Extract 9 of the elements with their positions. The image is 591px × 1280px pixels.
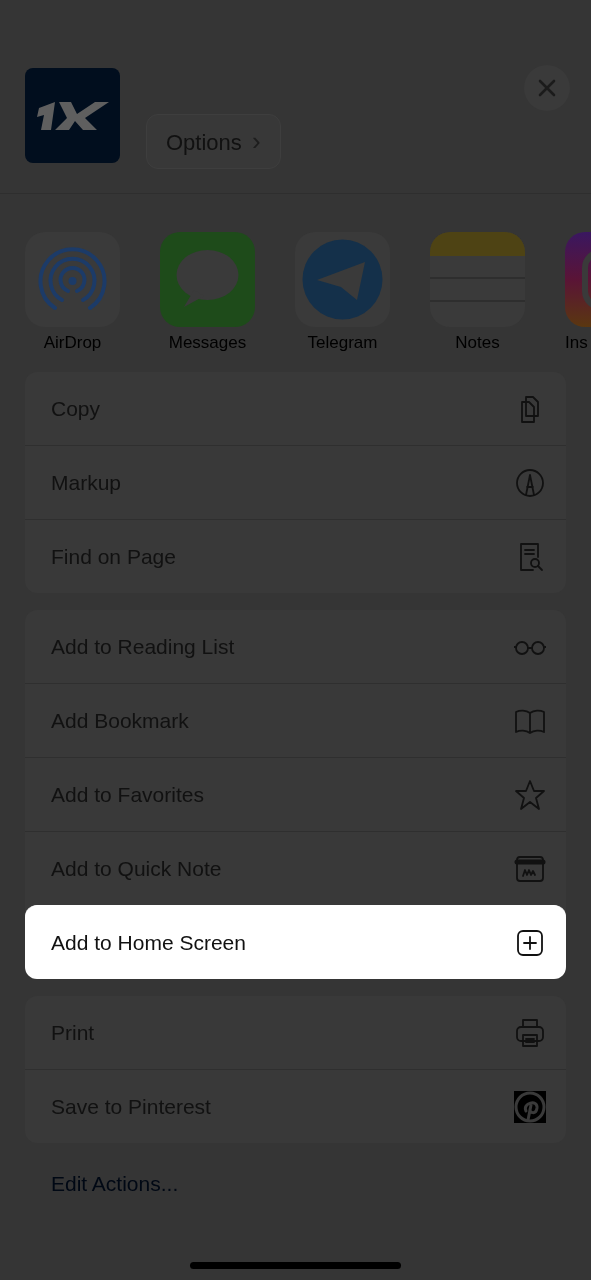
app-icon[interactable] [160,232,255,327]
app-logo-icon [25,68,120,163]
pinterest-icon [514,1090,546,1123]
markup-icon [514,466,546,499]
close-icon [537,78,557,98]
action-label: Add to Home Screen [51,930,246,955]
print-icon [514,1016,546,1049]
action-row[interactable]: Add to Home Screen [25,905,566,979]
star-icon [514,778,546,811]
